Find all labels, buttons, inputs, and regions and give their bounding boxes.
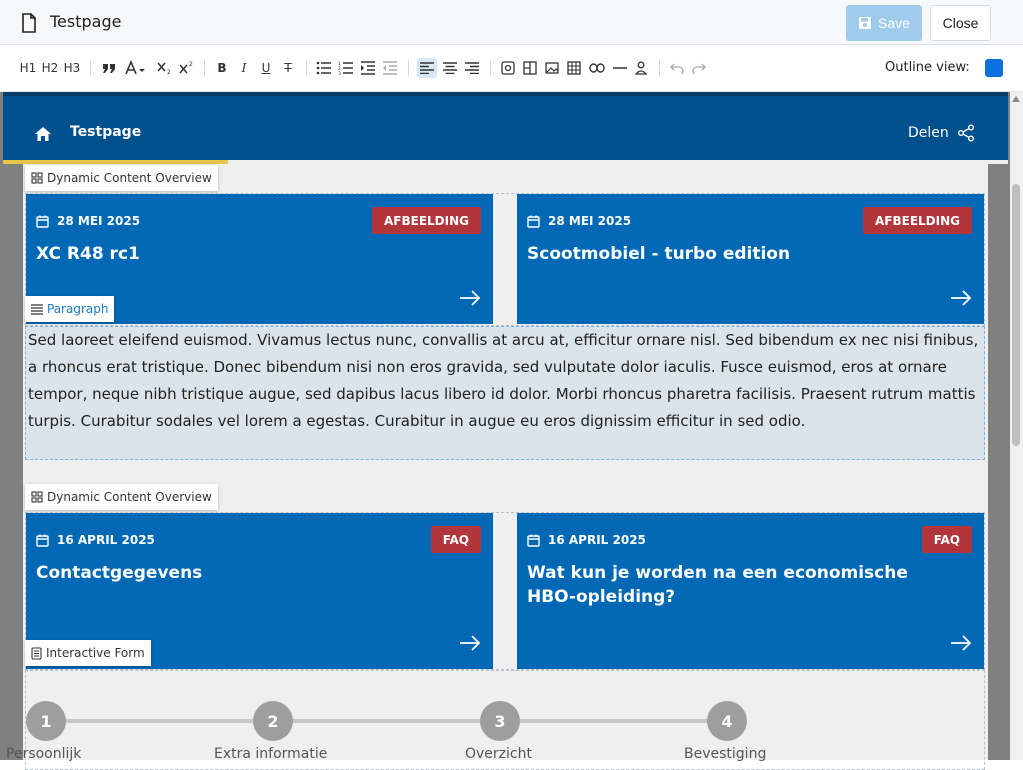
arrow-right-icon	[460, 635, 481, 651]
outline-view-toggle[interactable]	[985, 59, 1003, 77]
page-title: Testpage	[50, 12, 122, 31]
vertical-scrollbar[interactable]	[1010, 92, 1023, 760]
heading2-button[interactable]: H2	[40, 58, 60, 78]
scrollbar-thumb[interactable]	[1012, 184, 1020, 446]
card-date: 16 APRIL 2025	[527, 533, 646, 547]
grid-icon	[31, 491, 43, 503]
share-label: Delen	[908, 125, 949, 141]
bold-icon[interactable]: B	[213, 58, 231, 78]
card-date: 16 APRIL 2025	[36, 533, 155, 547]
card-date: 28 MEI 2025	[36, 214, 140, 228]
content-card[interactable]: 28 MEI 2025 AFBEELDING Scootmobiel - tur…	[517, 194, 984, 324]
undo-icon[interactable]	[668, 58, 686, 78]
numbered-list-icon[interactable]: 123	[337, 58, 355, 78]
arrow-right-icon	[460, 290, 481, 306]
form-icon	[31, 646, 42, 660]
horizontal-rule-icon[interactable]	[611, 58, 629, 78]
calendar-icon	[527, 534, 540, 547]
outdent-icon[interactable]	[381, 58, 399, 78]
step-circle[interactable]: 3	[480, 701, 520, 741]
image-icon[interactable]	[543, 58, 561, 78]
card-date: 28 MEI 2025	[527, 214, 631, 228]
arrow-right-icon	[951, 290, 972, 306]
person-icon[interactable]	[632, 58, 650, 78]
dco-block-label: Dynamic Content Overview	[47, 490, 212, 504]
scroll-up-icon[interactable]	[1012, 96, 1020, 102]
step-circle[interactable]: 4	[707, 701, 747, 741]
card-title: Wat kun je worden na een economische HBO…	[527, 563, 908, 607]
layout-icon[interactable]	[521, 58, 539, 78]
svg-text:3: 3	[338, 71, 341, 75]
close-button[interactable]: Close	[930, 5, 991, 41]
form-block-label: Interactive Form	[46, 646, 145, 660]
hidden-text-fragment	[40, 474, 50, 484]
outline-view-label: Outline view:	[885, 60, 970, 75]
card-title: Contactgegevens	[36, 563, 203, 583]
align-left-icon[interactable]	[417, 58, 437, 78]
paragraph-block-label: Paragraph	[47, 302, 109, 316]
save-label: Save	[878, 15, 910, 31]
site-title[interactable]: Testpage	[70, 124, 141, 140]
formatting-toolbar: H1 H2 H3 2 2 B I U T 123	[0, 45, 1023, 92]
home-icon[interactable]	[34, 126, 52, 142]
save-icon	[859, 17, 872, 29]
card-title: XC R48 rc1	[36, 244, 140, 264]
indent-icon[interactable]	[359, 58, 377, 78]
grid-icon	[31, 172, 43, 184]
heading3-button[interactable]: H3	[62, 58, 82, 78]
card-badge: FAQ	[430, 526, 481, 553]
component-icon[interactable]	[499, 58, 517, 78]
arrow-right-icon	[951, 635, 972, 651]
paragraph-icon	[31, 303, 43, 315]
step-circle[interactable]: 1	[26, 701, 66, 741]
calendar-icon	[527, 215, 540, 228]
share-button[interactable]: Delen	[908, 124, 975, 142]
editor-topbar: Testpage Save Close	[0, 0, 1023, 45]
text-color-icon[interactable]	[124, 58, 148, 78]
paragraph-block-tag[interactable]: Paragraph	[25, 296, 115, 322]
share-icon	[957, 124, 974, 142]
redo-icon[interactable]	[690, 58, 708, 78]
align-center-icon[interactable]	[440, 58, 460, 78]
paragraph-text[interactable]: Sed laoreet eleifend euismod. Vivamus le…	[25, 326, 985, 460]
quote-icon[interactable]	[99, 58, 119, 78]
underline-icon[interactable]: U	[257, 58, 275, 78]
dco-block-label: Dynamic Content Overview	[47, 171, 212, 185]
card-badge: AFBEELDING	[372, 207, 481, 234]
italic-icon[interactable]: I	[235, 58, 253, 78]
card-badge: AFBEELDING	[863, 207, 972, 234]
align-right-icon[interactable]	[462, 58, 482, 78]
superscript-icon[interactable]: 2	[178, 58, 196, 78]
dco-block-tag[interactable]: Dynamic Content Overview	[25, 484, 218, 510]
heading1-button[interactable]: H1	[18, 58, 38, 78]
dco-block-tag[interactable]: Dynamic Content Overview	[25, 165, 218, 191]
table-icon[interactable]	[565, 58, 583, 78]
stepper-track	[46, 719, 727, 723]
calendar-icon	[36, 215, 49, 228]
svg-text:2: 2	[167, 69, 171, 75]
calendar-icon	[36, 534, 49, 547]
card-title: Scootmobiel - turbo edition	[527, 244, 791, 264]
content-card[interactable]: 16 APRIL 2025 FAQ Wat kun je worden na e…	[517, 513, 984, 669]
card-badge: FAQ	[921, 526, 972, 553]
bullet-list-icon[interactable]	[315, 58, 333, 78]
site-header: Testpage Delen	[3, 96, 1008, 160]
save-button[interactable]: Save	[846, 5, 922, 41]
form-block-tag[interactable]: Interactive Form	[25, 640, 151, 666]
strikethrough-icon[interactable]: T	[279, 58, 297, 78]
subscript-icon[interactable]: 2	[156, 58, 174, 78]
link-icon[interactable]	[587, 58, 607, 78]
document-icon	[22, 13, 36, 33]
svg-text:2: 2	[189, 61, 193, 68]
step-circle[interactable]: 2	[253, 701, 293, 741]
